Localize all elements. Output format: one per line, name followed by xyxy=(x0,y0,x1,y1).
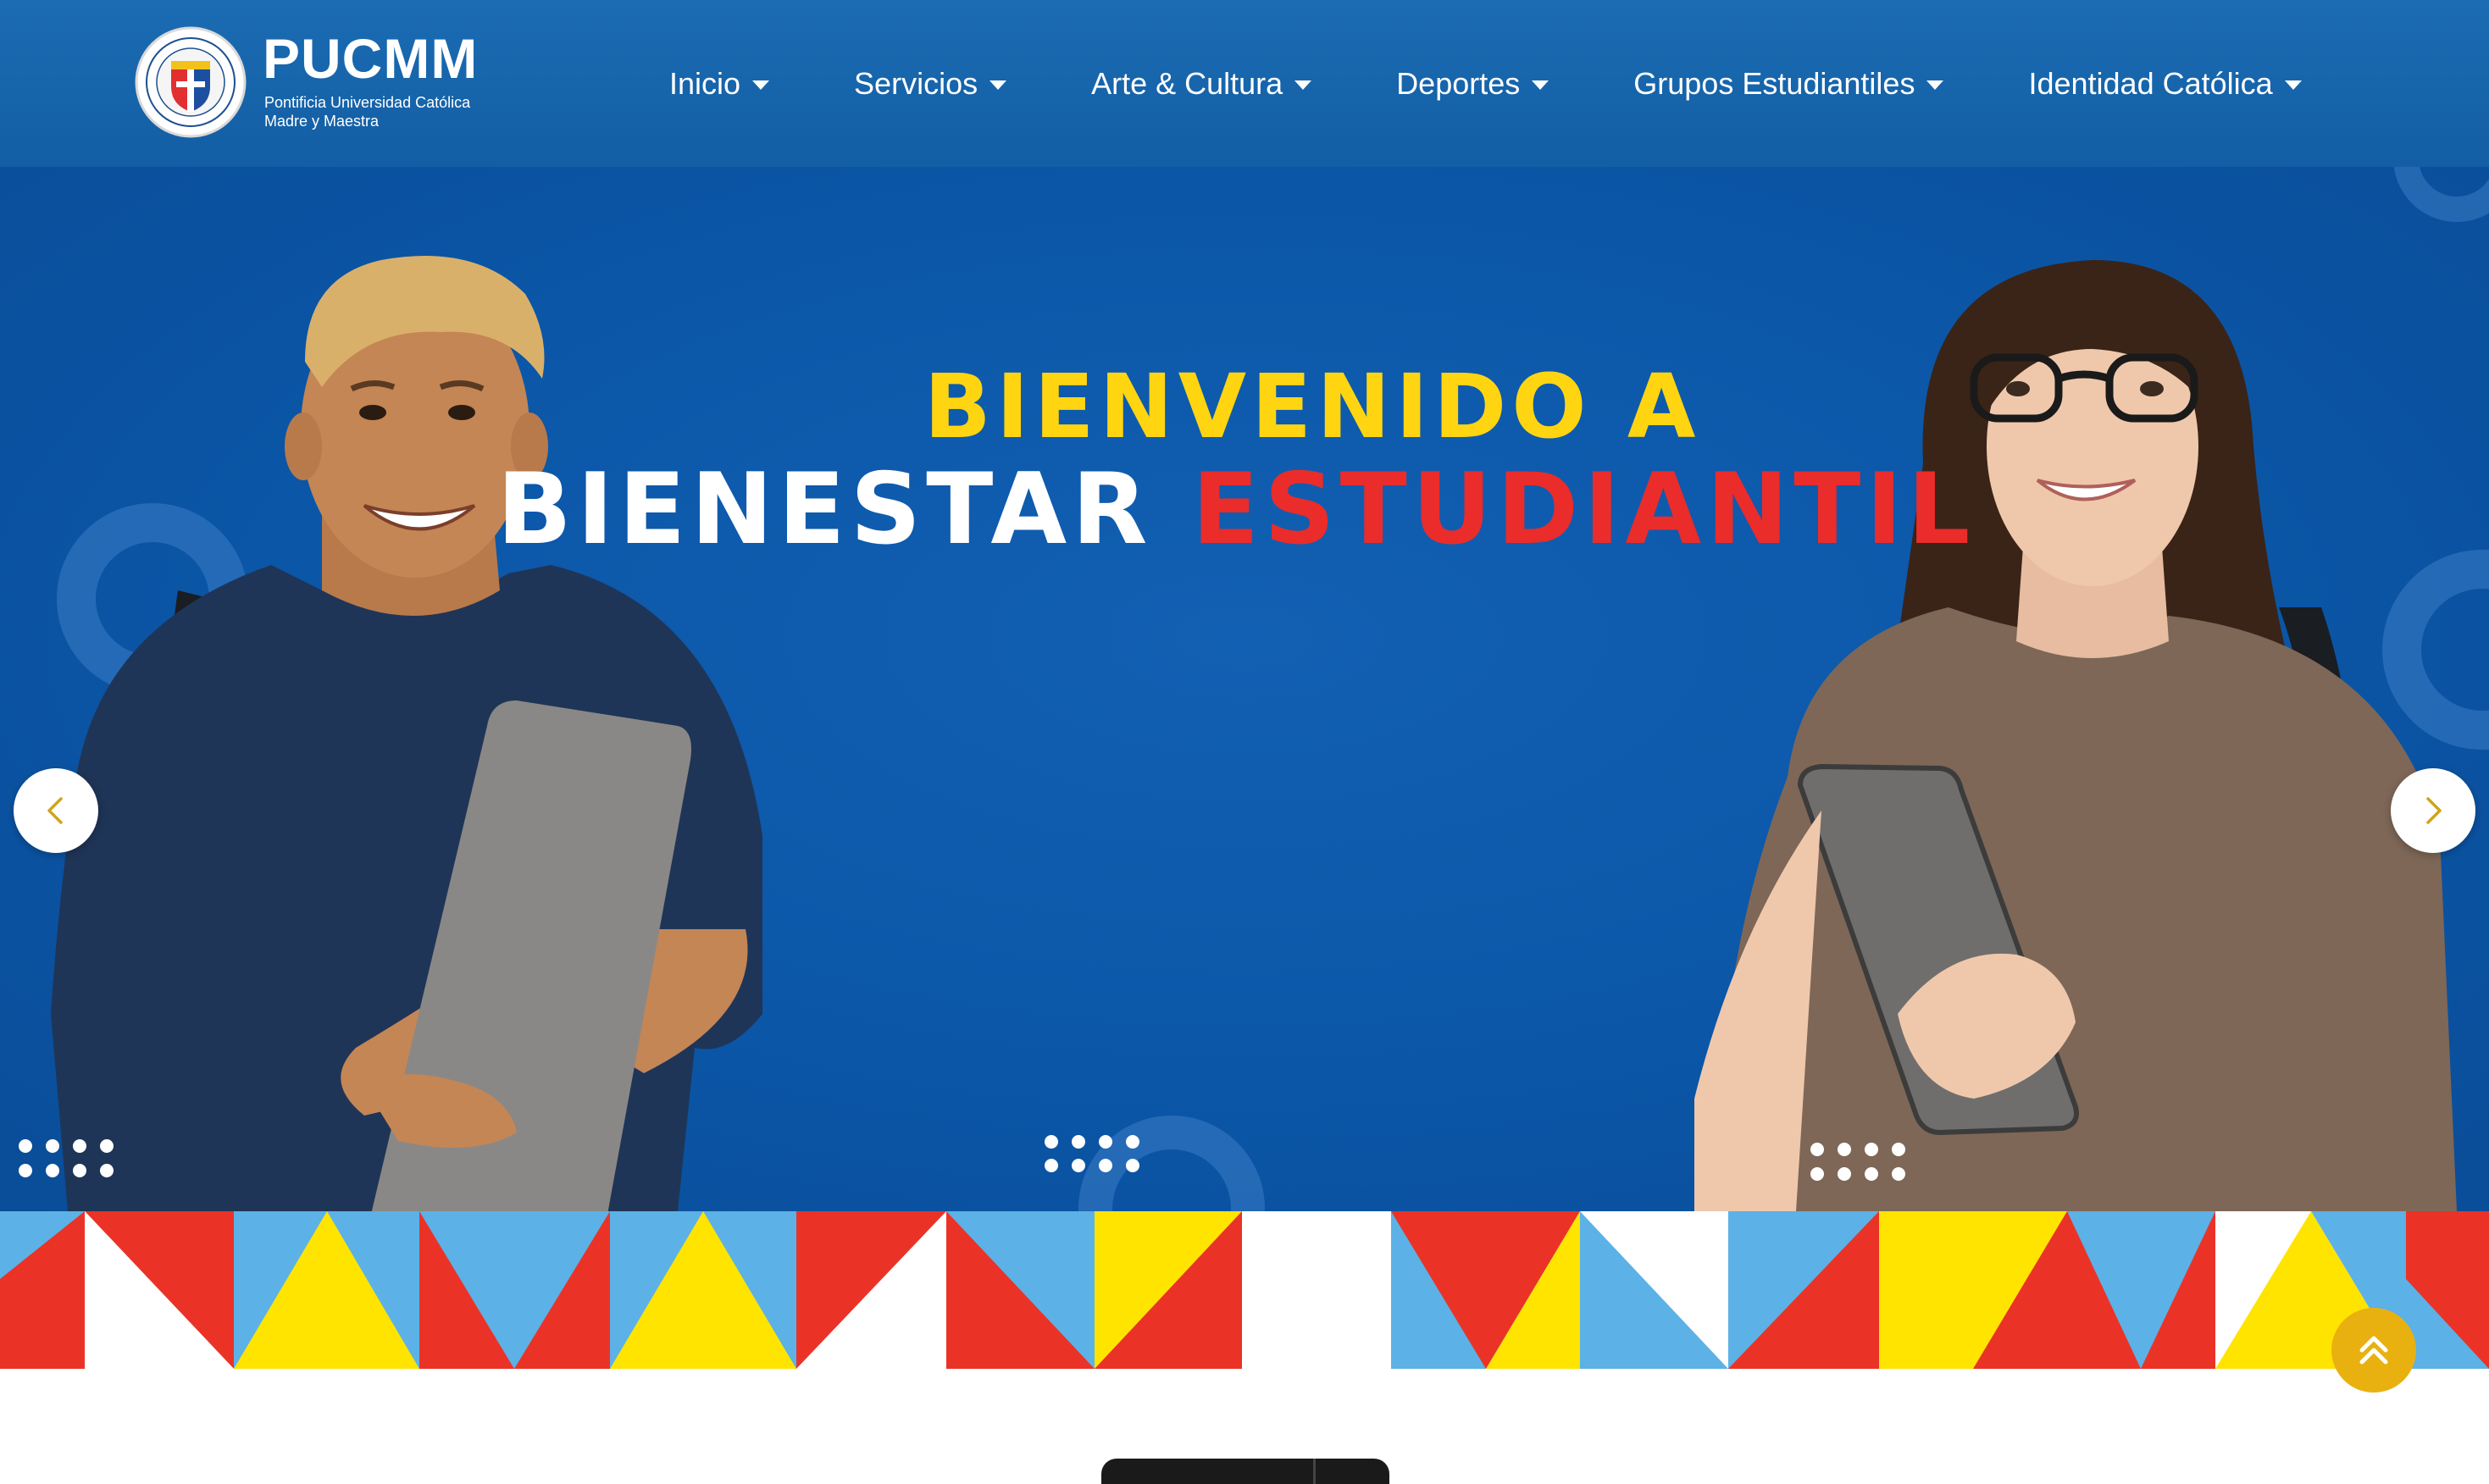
hero-title-line1: BIENVENIDO A xyxy=(923,355,1701,458)
brand-name: PUCMM xyxy=(263,27,479,90)
nav-item-servicios[interactable]: Servicios xyxy=(854,65,1007,102)
hero-title-line2: BIENESTAR ESTUDIANTIL xyxy=(0,452,2481,567)
chevron-left-icon xyxy=(47,797,63,824)
double-chevron-up-icon xyxy=(2359,1336,2388,1365)
nav-item-inicio[interactable]: Inicio xyxy=(669,65,770,102)
caret-down-icon xyxy=(2284,80,2302,90)
geometric-pattern-strip xyxy=(0,1211,2489,1369)
hero-carousel: BIENVENIDO A BIENESTAR ESTUDIANTIL xyxy=(0,167,2489,1211)
caret-down-icon xyxy=(990,80,1007,90)
caret-down-icon xyxy=(752,80,770,90)
main-menu: Inicio Servicios Arte & Cultura Deportes… xyxy=(669,0,2302,167)
scroll-to-top-button[interactable] xyxy=(2331,1308,2416,1393)
university-seal-icon xyxy=(135,26,247,138)
brand-subtitle: Pontificia Universidad Católica Madre y M… xyxy=(264,93,470,130)
hero-title-white: BIENESTAR xyxy=(496,452,1153,567)
nav-item-deportes[interactable]: Deportes xyxy=(1396,66,1549,102)
caret-down-icon xyxy=(1926,80,1944,90)
nav-item-arte-cultura[interactable]: Arte & Cultura xyxy=(1091,65,1312,102)
hero-title-red: ESTUDIANTIL xyxy=(1191,452,1976,567)
nav-item-label: Grupos Estudiantiles xyxy=(1633,65,1915,101)
brand-subtitle-line2: Madre y Maestra xyxy=(264,113,380,130)
nav-item-label: Arte & Cultura xyxy=(1091,65,1283,101)
nav-item-grupos-estudiantiles[interactable]: Grupos Estudiantiles xyxy=(1633,65,1944,102)
divider xyxy=(1313,1459,1316,1484)
caret-down-icon xyxy=(1294,80,1312,90)
pucmm-logo[interactable]: PUCMM Pontificia Universidad Católica Mad… xyxy=(134,25,490,144)
chevron-right-icon xyxy=(2426,797,2442,824)
carousel-prev-button[interactable] xyxy=(14,768,98,853)
nav-item-label: Identidad Católica xyxy=(2028,65,2273,101)
next-section-peek xyxy=(1101,1459,1389,1484)
brand-subtitle-line1: Pontificia Universidad Católica xyxy=(264,94,471,111)
nav-item-label: Deportes xyxy=(1396,65,1521,101)
carousel-next-button[interactable] xyxy=(2391,768,2475,853)
caret-down-icon xyxy=(1532,80,1549,90)
top-navbar: PUCMM Pontificia Universidad Católica Mad… xyxy=(0,0,2489,167)
hero-slide-art xyxy=(19,167,2489,1211)
nav-item-label: Servicios xyxy=(854,65,978,101)
nav-item-identidad-catolica[interactable]: Identidad Católica xyxy=(2028,65,2302,102)
nav-item-label: Inicio xyxy=(669,65,741,101)
